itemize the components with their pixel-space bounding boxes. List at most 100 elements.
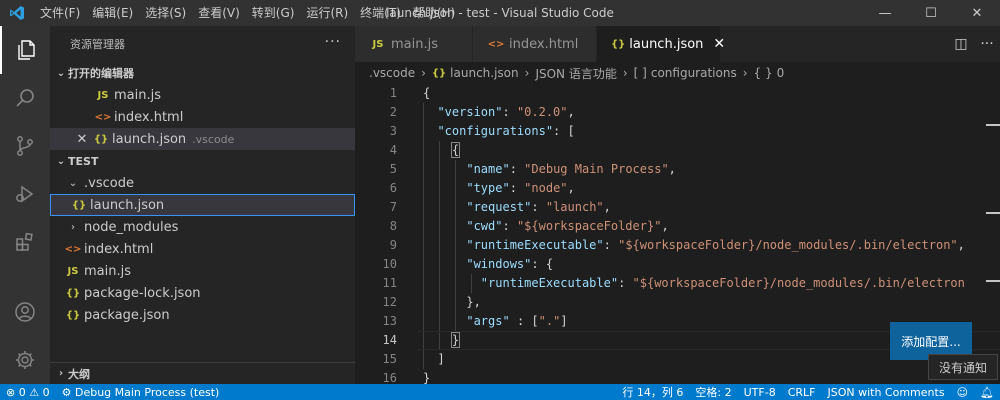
- tree-item-label: node_modules: [84, 219, 179, 235]
- code-line: 7 "request": "launch",: [355, 198, 1000, 217]
- line-number: 11: [382, 276, 397, 290]
- breadcrumb-folder[interactable]: .vscode: [369, 66, 415, 80]
- menu-terminal[interactable]: 终端(T): [354, 0, 407, 26]
- line-number: 10: [382, 257, 397, 271]
- open-editors-section[interactable]: ⌄ 打开的编辑器: [50, 62, 355, 84]
- tree-item-node-modules[interactable]: › node_modules: [50, 216, 355, 238]
- line-number: 6: [389, 181, 397, 195]
- breadcrumb: .vscode › {} launch.json › JSON 语言功能 › […: [355, 62, 1000, 84]
- token: "request": [466, 200, 532, 214]
- token: "launch": [545, 200, 604, 214]
- indentation[interactable]: 空格: 2: [689, 384, 737, 400]
- code-line: 9 "runtimeExecutable": "${workspaceFolde…: [355, 236, 1000, 255]
- error-icon: ⊗: [6, 385, 16, 399]
- open-editor-item-launch-json[interactable]: ✕ {} launch.json .vscode: [50, 128, 355, 150]
- extensions-icon[interactable]: [0, 218, 50, 266]
- breadcrumb-language[interactable]: JSON 语言功能: [535, 65, 616, 82]
- token: [: [567, 124, 575, 138]
- open-editor-name: launch.json: [112, 131, 187, 147]
- close-button[interactable]: ✕: [954, 0, 1000, 26]
- notifications-bell-icon[interactable]: 🔔︎: [974, 384, 1000, 400]
- more-actions-icon[interactable]: ···: [974, 36, 1000, 52]
- open-editor-item-main-js[interactable]: JS main.js: [50, 84, 355, 106]
- workspace-section[interactable]: ⌄ TEST: [50, 150, 355, 172]
- menu-run[interactable]: 运行(R): [300, 0, 354, 26]
- token: "version": [437, 105, 503, 119]
- maximize-button[interactable]: ☐: [908, 0, 954, 26]
- menu-file[interactable]: 文件(F): [34, 0, 86, 26]
- scrollbar-marker: [986, 124, 1000, 126]
- breadcrumb-separator: ›: [742, 66, 748, 80]
- cursor-position[interactable]: 行 14，列 6: [616, 384, 689, 400]
- token: "args": [466, 314, 510, 328]
- settings-gear-icon[interactable]: [0, 336, 50, 384]
- line-number: 8: [389, 219, 397, 233]
- editor-scrollbar[interactable]: [986, 84, 1000, 384]
- array-icon: [ ]: [633, 66, 647, 80]
- outline-section[interactable]: › 大纲: [50, 362, 355, 384]
- debug-config-label: Debug Main Process (test): [74, 385, 220, 399]
- tab-main-js[interactable]: JS main.js: [355, 26, 473, 62]
- token: ]: [437, 352, 445, 366]
- language-mode[interactable]: JSON with Comments: [821, 384, 950, 400]
- run-debug-icon[interactable]: [0, 170, 50, 218]
- html-file-icon: <>: [487, 38, 505, 50]
- status-bar-right: 行 14，列 6 空格: 2 UTF-8 CRLF JSON with Comm…: [616, 384, 1000, 400]
- explorer-title: 资源管理器: [70, 38, 125, 51]
- menu-go[interactable]: 转到(G): [246, 0, 301, 26]
- debug-config-status[interactable]: ⚙ Debug Main Process (test): [56, 384, 226, 400]
- token: "node": [524, 181, 568, 195]
- token: "${workspaceFolder}/node_modules/.bin/el…: [618, 238, 958, 252]
- scrollbar-marker: [986, 212, 1000, 214]
- account-icon[interactable]: [0, 288, 50, 336]
- json-file-icon: {}: [93, 133, 109, 145]
- tree-item-main-js[interactable]: JS main.js: [50, 260, 355, 282]
- tree-item-label: main.js: [84, 263, 131, 279]
- source-control-icon[interactable]: [0, 122, 50, 170]
- token: "type": [466, 181, 510, 195]
- matched-bracket: }: [450, 332, 461, 348]
- breadcrumb-configurations[interactable]: configurations: [651, 66, 737, 80]
- split-editor-icon[interactable]: ◫: [948, 36, 974, 52]
- encoding[interactable]: UTF-8: [738, 384, 782, 400]
- tab-launch-json[interactable]: {} launch.json ✕: [597, 26, 725, 62]
- menu-view[interactable]: 查看(V): [192, 0, 246, 26]
- tree-item-label: index.html: [84, 241, 154, 257]
- explorer-header: 资源管理器 ···: [50, 26, 355, 62]
- tree-item-vscode-folder[interactable]: ⌄ .vscode: [50, 172, 355, 194]
- tree-item-package-json[interactable]: {} package.json: [50, 304, 355, 326]
- explorer-icon[interactable]: [0, 26, 50, 74]
- close-editor-icon[interactable]: ✕: [74, 132, 90, 147]
- status-bar: ⊗ 0 ⚠ 0 ⚙ Debug Main Process (test) 行 14…: [0, 384, 1000, 400]
- tree-item-launch-json[interactable]: {} launch.json: [50, 194, 355, 216]
- search-icon[interactable]: [0, 74, 50, 122]
- more-actions-button[interactable]: ···: [325, 34, 341, 50]
- tree-item-package-lock-json[interactable]: {} package-lock.json: [50, 282, 355, 304]
- tab-index-html[interactable]: <> index.html: [473, 26, 597, 62]
- error-count: 0: [18, 385, 26, 399]
- tab-close-icon[interactable]: ✕: [713, 36, 725, 52]
- problems-status[interactable]: ⊗ 0 ⚠ 0: [0, 384, 56, 400]
- json-file-icon: {}: [65, 287, 81, 299]
- menu-selection[interactable]: 选择(S): [139, 0, 192, 26]
- open-editor-item-index-html[interactable]: <> index.html: [50, 106, 355, 128]
- code-line: 11 "runtimeExecutable": "${workspaceFold…: [355, 274, 1000, 293]
- menu-edit[interactable]: 编辑(E): [86, 0, 139, 26]
- line-ending[interactable]: CRLF: [782, 384, 822, 400]
- vscode-logo-icon: [0, 0, 34, 26]
- code-line: 16}: [355, 369, 1000, 384]
- warning-count: 0: [42, 385, 50, 399]
- feedback-icon[interactable]: ☺: [951, 384, 974, 400]
- line-number: 12: [382, 295, 397, 309]
- line-number: 14: [382, 333, 397, 347]
- tree-item-label: package.json: [84, 307, 170, 323]
- tab-label: main.js: [391, 36, 438, 52]
- tree-item-index-html[interactable]: <> index.html: [50, 238, 355, 260]
- json-file-icon: {}: [65, 309, 81, 321]
- breadcrumb-index[interactable]: 0: [777, 66, 785, 80]
- line-number: 15: [382, 352, 397, 366]
- menu-help[interactable]: 帮助(H): [407, 0, 461, 26]
- tree-item-label: launch.json: [90, 197, 165, 213]
- breadcrumb-file[interactable]: launch.json: [450, 66, 518, 80]
- minimize-button[interactable]: —: [862, 0, 908, 26]
